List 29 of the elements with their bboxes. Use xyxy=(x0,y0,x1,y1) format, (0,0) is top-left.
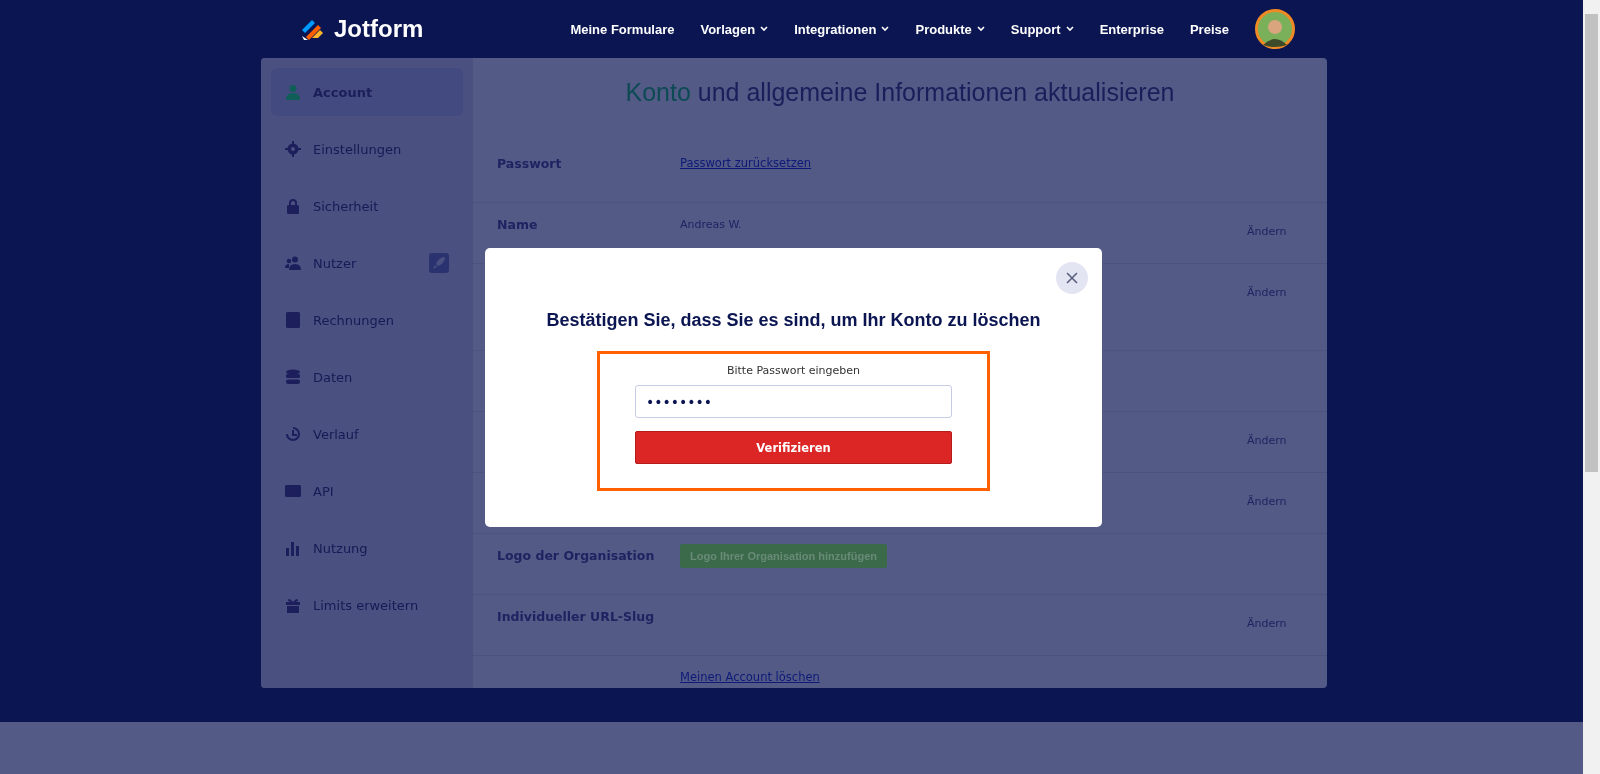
nav-link[interactable]: Vorlagen xyxy=(700,21,769,37)
nav-link[interactable]: Preise xyxy=(1189,21,1229,37)
nav-link[interactable]: Enterprise xyxy=(1099,21,1164,37)
page-title: Konto und allgemeine Informationen aktualisieren xyxy=(624,78,1176,108)
field-label: Name xyxy=(497,217,538,232)
avatar[interactable] xyxy=(1255,9,1295,49)
scrollbar[interactable] xyxy=(1583,0,1600,774)
modal-title: Bestätigen Sie, dass Sie es sind, um Ihr Konto zu löschen xyxy=(546,310,1041,331)
close-button[interactable] xyxy=(1056,262,1088,294)
password-field[interactable]: •••••••• xyxy=(635,385,952,418)
user-icon xyxy=(285,84,301,100)
database-icon xyxy=(285,369,301,385)
field-label: Passwort xyxy=(497,156,562,171)
gift-icon xyxy=(285,597,301,613)
nav-link[interactable]: Integrationen xyxy=(794,21,890,37)
nav-link[interactable]: Meine Formulare xyxy=(570,21,675,37)
lock-icon xyxy=(285,198,301,214)
field-label: Bitte Passwort eingeben xyxy=(726,364,861,377)
field-label: Individueller URL-Slug xyxy=(497,609,655,624)
nav-link[interactable]: Produkte xyxy=(915,21,985,37)
text-link[interactable]: Meinen Account löschen xyxy=(680,670,820,684)
users-icon xyxy=(285,255,301,271)
text-link[interactable]: Passwort zurücksetzen xyxy=(680,156,812,170)
verify-button[interactable]: Verifizieren xyxy=(635,431,952,464)
chart-icon xyxy=(285,540,301,556)
nav-link[interactable]: Support xyxy=(1010,21,1074,37)
logo-text[interactable]: Jotform xyxy=(334,15,424,43)
history-icon xyxy=(285,426,301,442)
close-icon xyxy=(1066,272,1078,284)
